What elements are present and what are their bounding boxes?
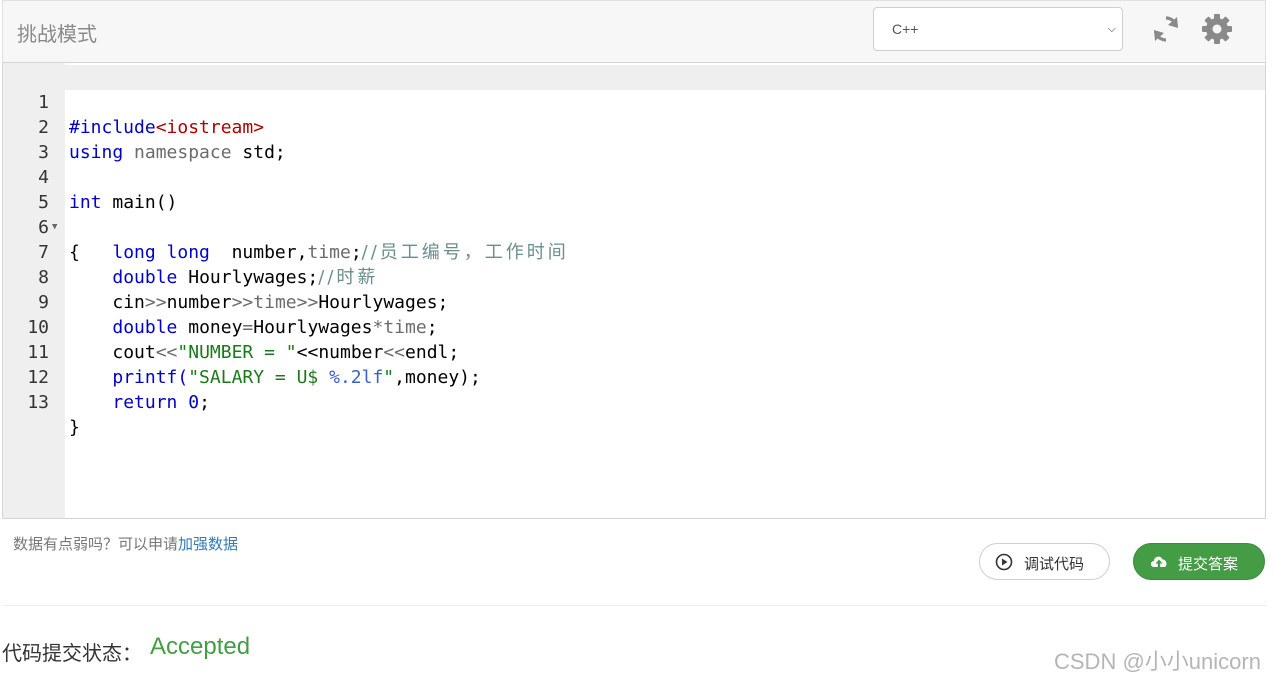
debug-code-label: 调试代码: [1024, 556, 1085, 573]
submission-status-label: 代码提交状态：: [2, 643, 142, 665]
code-line[interactable]: 5 ▼ {: [3, 165, 1265, 263]
code-line[interactable]: 3: [3, 115, 1265, 163]
code-line[interactable]: 9 double money=Hourlywages*time;: [3, 265, 1265, 338]
line-number: 13: [27, 392, 49, 413]
code-number: 0: [188, 392, 200, 413]
challenge-mode-title: 挑战模式: [17, 24, 97, 46]
play-circle-icon: [995, 553, 1013, 571]
code-editor[interactable]: 1 #include<iostream> 2 using namespace s…: [2, 63, 1266, 519]
gear-icon[interactable]: [1201, 13, 1233, 45]
code-line[interactable]: 10 cout<<"NUMBER = "<<number<<endl;: [3, 290, 1265, 363]
code-token: }: [69, 417, 80, 438]
refresh-icon[interactable]: [1150, 13, 1182, 45]
submit-answer-label: 提交答案: [1178, 556, 1239, 573]
code-line[interactable]: 11 printf("SALARY = U$ %.2lf",money);: [3, 315, 1265, 388]
strengthen-data-link[interactable]: 加强数据: [178, 536, 238, 553]
editor-toolbar: 挑战模式 C++ ⌵: [2, 0, 1266, 63]
submission-status-value: Accepted: [150, 633, 251, 660]
data-hint: 数据有点弱吗？可以申请加强数据: [13, 533, 238, 554]
code-line[interactable]: 6 long long number,time;//员工编号，工作时间: [3, 190, 1265, 263]
code-line[interactable]: 7 double Hourlywages;//时薪: [3, 215, 1265, 288]
code-token: ;: [199, 392, 210, 413]
chevron-down-icon: ⌵: [1107, 23, 1116, 35]
code-line[interactable]: 2 using namespace std;: [3, 90, 1265, 163]
debug-code-button[interactable]: 调试代码: [979, 543, 1110, 580]
code-line[interactable]: 12 return 0;: [3, 340, 1265, 413]
language-selected-value: C++: [892, 21, 919, 37]
submit-answer-button[interactable]: 提交答案: [1133, 543, 1265, 580]
cloud-upload-icon: [1151, 556, 1167, 567]
code-line[interactable]: 8 cin>>number>>time>>Hourlywages;: [3, 240, 1265, 313]
language-select[interactable]: C++ ⌵: [873, 7, 1123, 51]
watermark: CSDN @小小unicorn: [1054, 649, 1261, 674]
code-line[interactable]: 13 }: [3, 365, 1265, 438]
data-hint-text: 数据有点弱吗？可以申请: [13, 536, 179, 553]
code-token: return: [112, 392, 178, 413]
code-line[interactable]: 4 int main(): [3, 140, 1265, 213]
code-line[interactable]: 1 #include<iostream>: [3, 65, 1265, 138]
divider: [2, 605, 1266, 606]
